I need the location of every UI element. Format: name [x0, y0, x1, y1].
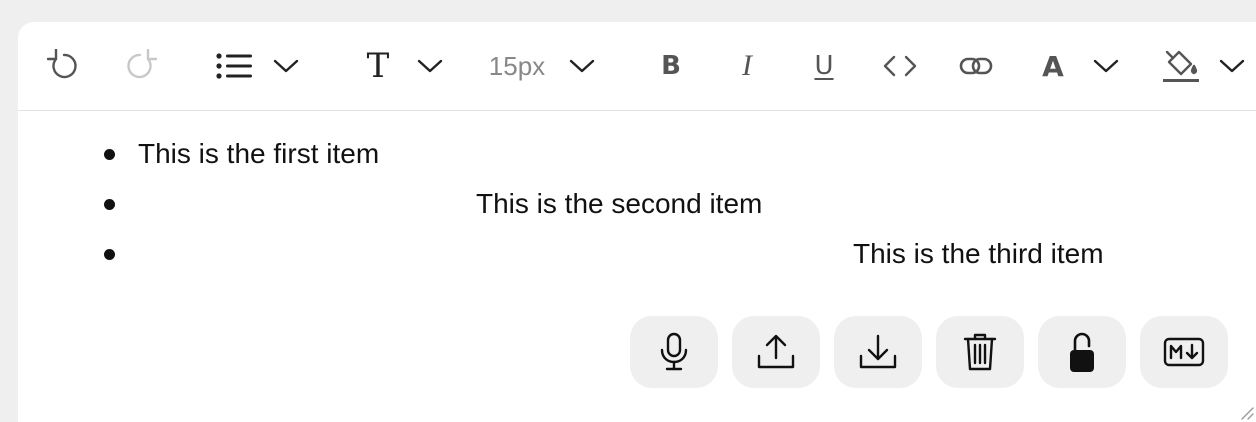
code-button[interactable] — [880, 46, 920, 86]
undo-button[interactable] — [44, 46, 84, 86]
microphone-button[interactable] — [630, 316, 718, 388]
font-family-button[interactable]: T — [358, 46, 398, 86]
chevron-down-icon — [417, 59, 443, 73]
link-button[interactable] — [956, 46, 996, 86]
text-color-button[interactable]: A — [1036, 46, 1070, 86]
lock-button[interactable] — [1038, 316, 1126, 388]
markdown-button[interactable] — [1140, 316, 1228, 388]
list-item-text: This is the third item — [853, 238, 1104, 269]
list-item[interactable]: This is the second item — [18, 184, 1256, 224]
bold-icon: B — [661, 51, 681, 81]
download-button[interactable] — [834, 316, 922, 388]
redo-button[interactable] — [120, 46, 160, 86]
font-icon: T — [366, 46, 390, 86]
markdown-icon — [1163, 337, 1205, 367]
toolbar: T 15px B I U A — [18, 22, 1256, 111]
chevron-down-icon — [569, 59, 595, 73]
chevron-down-icon — [1219, 59, 1245, 73]
delete-button[interactable] — [936, 316, 1024, 388]
list-item-text: This is the first item — [138, 138, 380, 169]
list-item-text: This is the second item — [476, 188, 763, 219]
undo-icon — [47, 49, 77, 79]
list-dropdown-chevron[interactable] — [272, 54, 300, 78]
font-size-value: 15px — [488, 50, 546, 81]
redo-icon — [127, 49, 157, 79]
underline-icon: U — [814, 51, 834, 81]
list-item[interactable]: This is the first item — [18, 134, 1256, 174]
rich-text-editor: T 15px B I U A This is the first item Th… — [18, 22, 1256, 422]
bullet-marker — [104, 149, 115, 160]
trash-icon — [963, 333, 997, 371]
upload-icon — [757, 334, 795, 369]
font-size-dropdown-chevron[interactable] — [568, 54, 596, 78]
resize-handle-icon[interactable] — [1238, 404, 1254, 420]
text-color-icon: A — [1042, 49, 1064, 83]
code-icon — [883, 55, 917, 77]
chevron-down-icon — [1093, 59, 1119, 73]
microphone-icon — [660, 332, 688, 371]
bullet-marker — [104, 199, 115, 210]
link-icon — [959, 57, 993, 75]
list-button[interactable] — [212, 46, 256, 86]
download-icon — [859, 334, 897, 369]
bold-button[interactable]: B — [654, 46, 688, 86]
font-size-select[interactable]: 15px — [482, 46, 552, 86]
text-color-dropdown-chevron[interactable] — [1092, 54, 1120, 78]
underline-button[interactable]: U — [808, 46, 840, 86]
list-icon — [216, 53, 252, 79]
list-item[interactable]: This is the third item — [18, 234, 1256, 274]
lock-icon — [1070, 332, 1094, 372]
italic-button[interactable]: I — [732, 46, 762, 86]
italic-icon: I — [742, 49, 752, 82]
upload-button[interactable] — [732, 316, 820, 388]
highlight-button[interactable] — [1160, 46, 1202, 86]
chevron-down-icon — [273, 59, 299, 73]
bullet-marker — [104, 249, 115, 260]
highlight-dropdown-chevron[interactable] — [1218, 54, 1246, 78]
paint-bucket-icon — [1163, 50, 1199, 82]
font-family-dropdown-chevron[interactable] — [416, 54, 444, 78]
